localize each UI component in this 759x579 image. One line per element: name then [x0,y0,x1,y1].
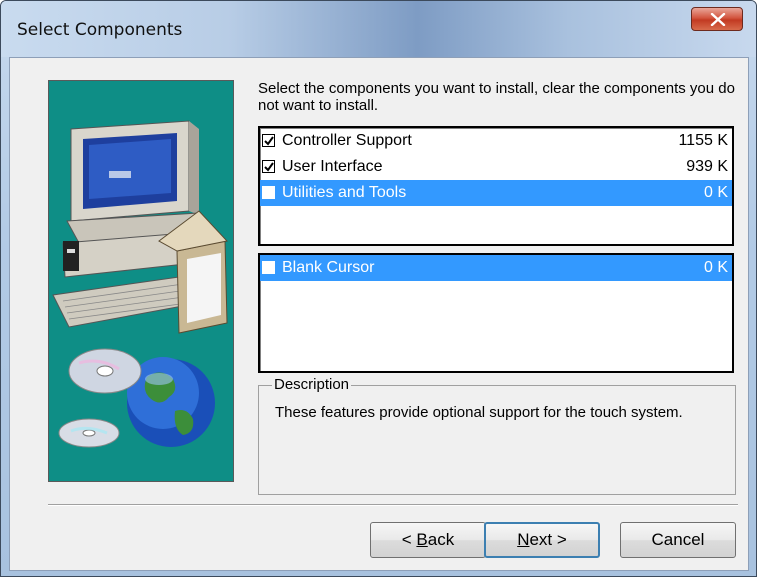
back-accel: B [416,530,428,549]
component-checkbox[interactable] [262,186,275,199]
component-size: 939 K [686,158,728,175]
description-text: These features provide optional support … [275,404,683,421]
component-checkbox[interactable] [262,134,275,147]
component-checkbox[interactable] [262,160,275,173]
component-size: 1155 K [678,132,728,149]
cancel-button[interactable]: Cancel [620,522,736,558]
list-item[interactable]: Controller Support 1155 K [260,128,732,154]
subcomponent-name: Blank Cursor [282,259,375,276]
setup-illustration [48,80,234,482]
window-title: Select Components [17,20,183,40]
description-group [258,385,736,495]
list-item-selected[interactable]: Blank Cursor 0 K [260,255,732,281]
back-prefix: < [401,530,417,549]
component-size: 0 K [703,184,728,201]
checkmark-icon [264,162,274,172]
checkmark-icon [264,136,274,146]
instructions-text: Select the components you want to instal… [258,80,735,114]
close-icon [710,13,726,26]
title-bar[interactable]: Select Components [1,1,756,57]
divider [48,504,738,506]
next-button[interactable]: Next > [484,522,600,558]
components-list[interactable]: Controller Support 1155 K User Interface… [258,126,734,246]
installer-window: Select Components Select the components … [0,0,757,577]
component-name: Controller Support [282,132,412,149]
close-button[interactable] [691,7,743,31]
back-button[interactable]: < Back [370,522,486,558]
description-label: Description [272,376,352,393]
subcomponent-size: 0 K [703,259,728,276]
dialog-body: Select the components you want to instal… [9,57,749,571]
computer-and-discs-image [52,120,228,448]
subcomponents-list[interactable]: Blank Cursor 0 K [258,253,734,373]
list-item-selected[interactable]: Utilities and Tools 0 K [260,180,732,206]
back-rest: ack [427,530,455,549]
list-item[interactable]: User Interface 939 K [260,154,732,180]
component-name: Utilities and Tools [282,184,407,201]
component-name: User Interface [282,158,383,175]
next-accel: N [517,530,530,549]
subcomponent-checkbox[interactable] [262,261,275,274]
next-rest: ext > [529,530,567,549]
